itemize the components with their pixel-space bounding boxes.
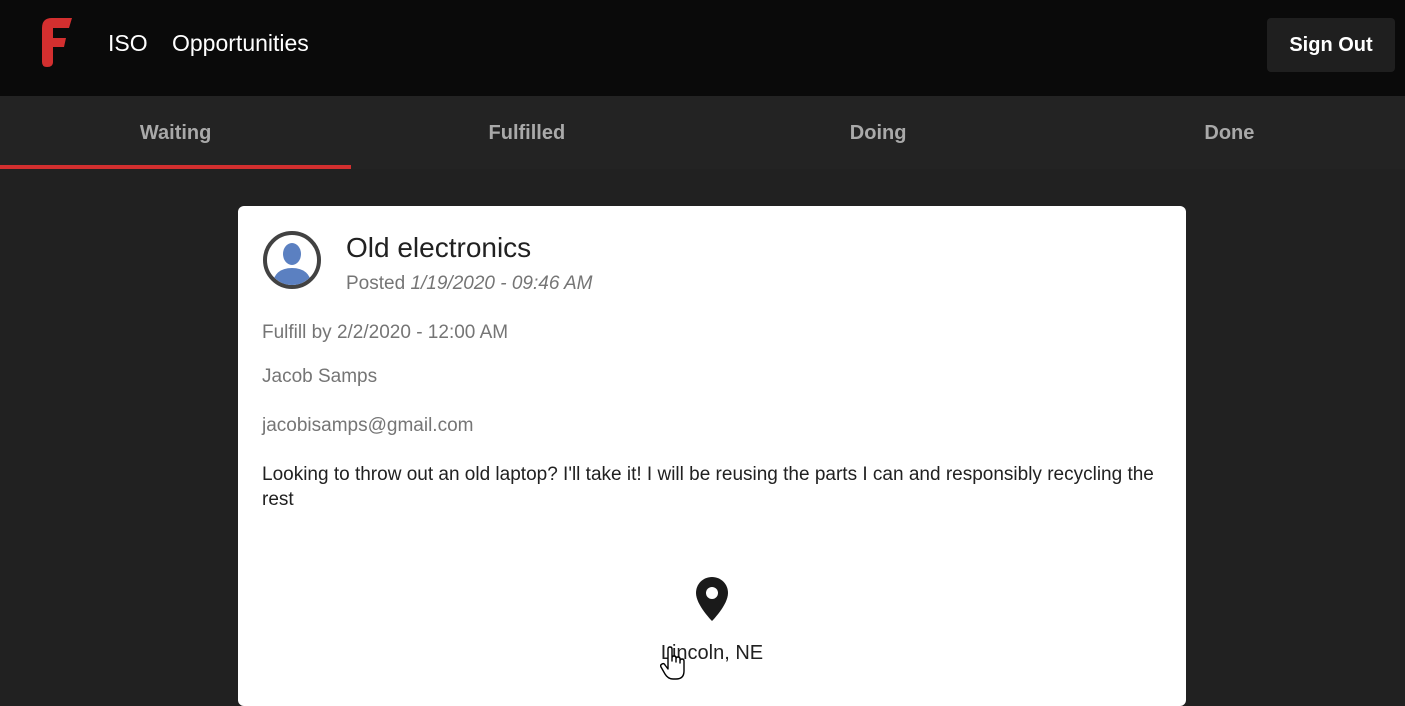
- tab-done[interactable]: Done: [1054, 96, 1405, 169]
- post-description: Looking to throw out an old laptop? I'll…: [262, 464, 1154, 510]
- nav-iso[interactable]: ISO: [108, 30, 148, 57]
- author-name: Jacob Samps: [262, 366, 378, 387]
- tab-doing[interactable]: Doing: [703, 96, 1054, 169]
- hand-cursor-icon: [660, 646, 685, 680]
- avatar: [263, 231, 321, 289]
- sign-out-button[interactable]: Sign Out: [1267, 18, 1395, 72]
- tab-fulfilled[interactable]: Fulfilled: [351, 96, 702, 169]
- app-logo[interactable]: [36, 16, 76, 68]
- posted-label: Posted: [346, 273, 406, 294]
- author-email: jacobisamps@gmail.com: [262, 415, 474, 436]
- location-pin-icon: [696, 577, 728, 621]
- tab-waiting[interactable]: Waiting: [0, 96, 352, 169]
- opportunity-card[interactable]: Old electronics Posted 1/19/2020 - 09:46…: [238, 206, 1186, 706]
- status-tabs: Waiting Fulfilled Doing Done: [0, 96, 1405, 169]
- posted-line: Posted 1/19/2020 - 09:46 AM: [346, 273, 592, 295]
- posted-date: 1/19/2020 - 09:46 AM: [410, 273, 593, 294]
- post-title: Old electronics: [346, 232, 532, 263]
- fulfill-by: Fulfill by 2/2/2020 - 12:00 AM: [262, 322, 509, 343]
- top-bar: ISO Opportunities Sign Out: [0, 0, 1405, 96]
- nav-opportunities[interactable]: Opportunities: [172, 30, 309, 57]
- location-text[interactable]: Lincoln, NE: [238, 642, 1186, 665]
